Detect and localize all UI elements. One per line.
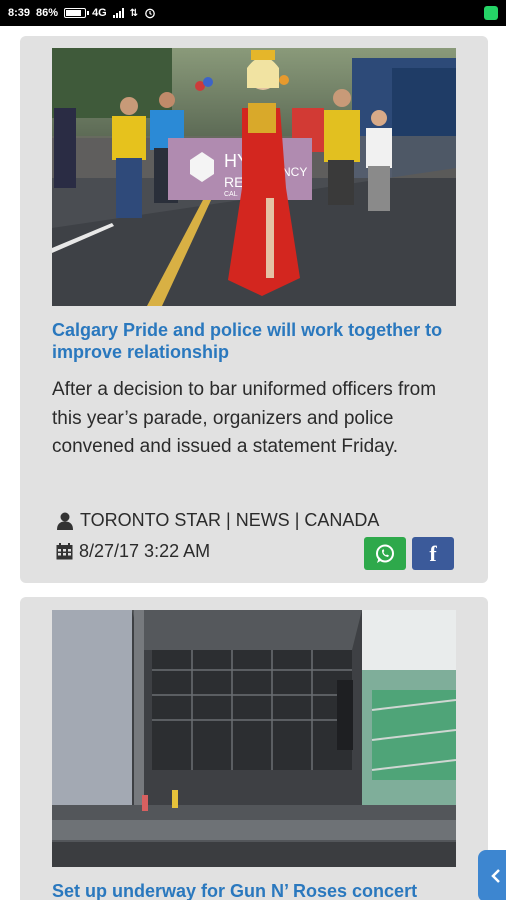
- whatsapp-share-button[interactable]: [364, 537, 406, 570]
- battery-percent: 86%: [36, 7, 59, 19]
- banner-text-4: CAL: [224, 191, 238, 198]
- status-bar: 8:39 86% 4G ⇅: [0, 0, 506, 26]
- calendar-icon: [56, 543, 73, 560]
- article-summary: After a decision to bar uniformed office…: [52, 379, 437, 457]
- article-card[interactable]: Set up underway for Gun N’ Roses concert: [20, 597, 488, 900]
- status-time: 8:39: [8, 7, 31, 19]
- article-card[interactable]: HY RE NCY CAL Calgary Pride and police w…: [20, 36, 488, 583]
- user-icon: [57, 512, 73, 530]
- stadium-stage-photo[interactable]: [52, 610, 456, 867]
- side-drawer-tab[interactable]: [478, 850, 506, 900]
- battery-icon: [64, 8, 90, 18]
- article-headline[interactable]: Calgary Pride and police will work toget…: [52, 319, 462, 363]
- signal-icon: [112, 8, 124, 18]
- article-source-row: TORONTO STAR | NEWS | CANADA: [56, 510, 379, 531]
- news-feed[interactable]: HY RE NCY CAL Calgary Pride and police w…: [0, 26, 506, 900]
- article-headline[interactable]: Set up underway for Gun N’ Roses concert: [52, 880, 462, 900]
- banner-text-2: RE: [224, 174, 243, 190]
- pride-parade-photo[interactable]: HY RE NCY CAL: [52, 48, 456, 306]
- facebook-icon: f: [429, 540, 437, 566]
- article-date-row: 8/27/17 3:22 AM: [56, 541, 210, 562]
- chevron-left-icon: [491, 869, 500, 883]
- data-arrows-icon: ⇅: [129, 7, 139, 19]
- whatsapp-notification-icon: [484, 6, 498, 20]
- alarm-icon: [145, 8, 155, 19]
- article-source: TORONTO STAR | NEWS | CANADA: [80, 510, 380, 530]
- network-type: 4G: [92, 7, 107, 19]
- facebook-share-button[interactable]: f: [412, 537, 454, 570]
- whatsapp-icon: [376, 544, 394, 563]
- article-date: 8/27/17 3:22 AM: [79, 541, 211, 561]
- banner-text-3: NCY: [282, 165, 307, 179]
